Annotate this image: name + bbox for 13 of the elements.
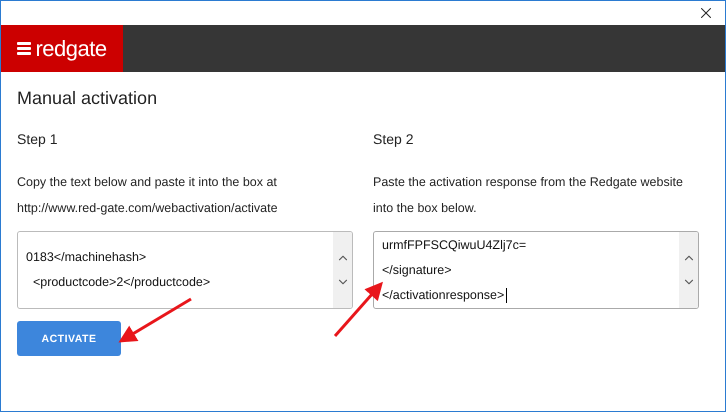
logo-icon	[17, 40, 32, 58]
step-heading: Step 1	[17, 131, 58, 147]
instruction-text: Copy the text below and paste it into the box at	[17, 174, 278, 191]
text-area[interactable]: 0183</machinehash> <productcode>2</productcode>	[17, 231, 353, 309]
logo: redgate	[1, 25, 123, 72]
instruction-text: Paste the activation response from the Redgate website	[373, 174, 684, 191]
arrow	[334, 282, 383, 337]
dialog-title: Manual activation	[17, 88, 158, 109]
step-heading: Step 2	[373, 131, 414, 147]
text-area[interactable]: urmfFPFSCQiwuU4Zlj7c= </signature> </activationresponse>	[373, 231, 699, 309]
instruction-text: http://www.red-gate.com/webactivation/activate	[17, 200, 279, 217]
activate-button[interactable]: ACTIVATE	[17, 321, 121, 356]
instruction-text: into the box below.	[373, 200, 478, 217]
